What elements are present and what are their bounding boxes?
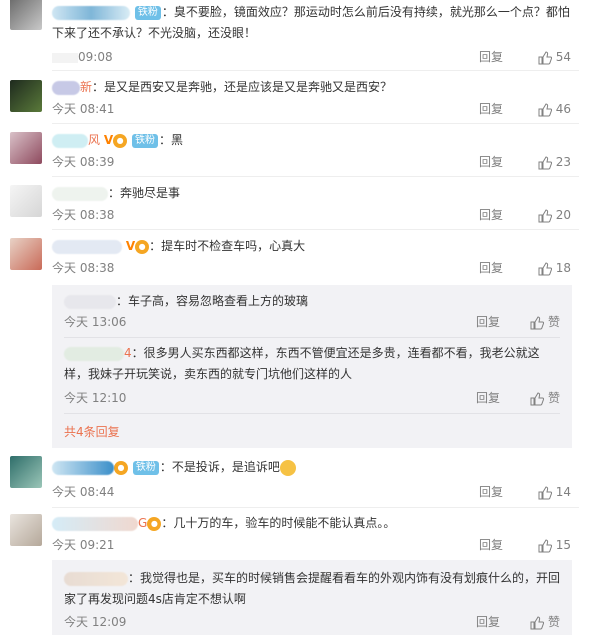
username[interactable] [64, 294, 116, 309]
sub-reply-text: ：很多男人买东西都这样，东西不管便宜还是多贵，连看都不看，我老公就这样，我妹子开… [64, 346, 540, 381]
avatar[interactable] [10, 0, 42, 30]
like-button[interactable]: 46 [538, 100, 571, 118]
thumb-up-icon [538, 102, 552, 116]
divider [52, 507, 579, 508]
timestamp: 今天 13:06 [64, 315, 127, 329]
like-button[interactable]: 18 [538, 259, 571, 277]
like-button[interactable]: 15 [538, 536, 571, 554]
sub-reply-meta: 今天 13:06 回复 赞 [64, 313, 560, 331]
comment-text: ：黑 [158, 133, 183, 147]
reply-button[interactable]: 回复 [479, 100, 503, 118]
reply-button[interactable]: 回复 [479, 536, 503, 554]
like-button[interactable]: 赞 [530, 389, 560, 407]
timestamp: 今天 12:10 [64, 391, 127, 405]
sub-reply: 4：很多男人买东西都这样，东西不管便宜还是多贵，连看都不看，我老公就这样，我妹子… [64, 346, 540, 381]
comment-text: ：是又是西安又是奔驰，还是应该是又是奔驰又是西安？ [92, 80, 393, 94]
medal-icon: ● [113, 133, 128, 148]
comment-text: ：不是投诉，是追诉吧 [159, 460, 280, 474]
like-button[interactable]: 23 [538, 153, 571, 171]
reply-button[interactable]: 回复 [479, 48, 503, 66]
divider [64, 337, 560, 338]
username[interactable] [52, 460, 114, 475]
divider [52, 229, 579, 230]
timestamp: 09:08 [52, 48, 113, 66]
timestamp: 今天 09:21 [52, 538, 115, 552]
sub-reply-box: ：车子高，容易忽略查看上方的玻璃 今天 13:06 回复 赞 4：很多男人买东西… [52, 285, 572, 448]
reply-button[interactable]: 回复 [479, 206, 503, 224]
avatar[interactable] [10, 185, 42, 217]
reply-button[interactable]: 回复 [476, 313, 500, 331]
username[interactable] [64, 571, 128, 586]
avatar[interactable] [10, 80, 42, 112]
username[interactable] [52, 239, 122, 254]
sub-reply-box: ：我觉得也是，买车的时候销售会提醒看看车的外观内饰有没有划痕什么的，开回家了再发… [52, 560, 572, 635]
username[interactable] [52, 80, 80, 95]
timestamp: 今天 08:44 [52, 485, 115, 499]
like-button[interactable]: 赞 [530, 613, 560, 631]
avatar[interactable] [10, 514, 42, 546]
username[interactable] [64, 346, 124, 361]
reply-button[interactable]: 回复 [476, 389, 500, 407]
like-button[interactable]: 赞 [530, 313, 560, 331]
reply-button[interactable]: 回复 [479, 153, 503, 171]
divider [52, 70, 579, 71]
username[interactable] [52, 133, 88, 148]
thumb-up-icon [530, 391, 544, 405]
thumb-up-icon [538, 485, 552, 499]
sub-reply-text: ：我觉得也是，买车的时候销售会提醒看看车的外观内饰有没有划痕什么的，开回家了再发… [64, 571, 561, 606]
emoji-icon [279, 459, 296, 476]
verified-icon: V [125, 239, 136, 253]
more-replies-link[interactable]: 共4条回复 [64, 423, 120, 440]
sub-reply: ：我觉得也是，买车的时候销售会提醒看看车的外观内饰有没有划痕什么的，开回家了再发… [64, 568, 560, 610]
thumb-up-icon [538, 538, 552, 552]
divider [52, 176, 579, 177]
medal-icon: ● [135, 239, 150, 254]
sub-reply-meta: 今天 12:10 回复 赞 [64, 389, 560, 407]
comment-text: ：提车时不检查车吗，心真大 [149, 239, 306, 253]
comment-meta: 今天 09:21 回复 15 [52, 536, 571, 554]
comment-meta: 今天 08:44 回复 14 [52, 483, 571, 501]
thumb-up-icon [538, 50, 552, 64]
like-button[interactable]: 14 [538, 483, 571, 501]
sub-reply: ：车子高，容易忽略查看上方的玻璃 [64, 291, 560, 312]
timestamp: 今天 12:09 [64, 615, 127, 629]
username[interactable] [52, 516, 138, 531]
comment-meta: 今天 08:38 回复 20 [52, 206, 571, 224]
avatar[interactable] [10, 456, 42, 488]
thumb-up-icon [530, 615, 544, 629]
avatar[interactable] [10, 238, 42, 270]
like-button[interactable]: 20 [538, 206, 571, 224]
timestamp: 今天 08:38 [52, 208, 115, 222]
sub-reply-meta: 今天 12:09 回复 赞 [64, 613, 560, 631]
thumb-up-icon [530, 315, 544, 329]
medal-icon: ● [147, 516, 162, 531]
like-button[interactable]: 54 [538, 48, 571, 66]
divider [52, 123, 579, 124]
comment-meta: 今天 08:39 回复 23 [52, 153, 571, 171]
username[interactable] [52, 186, 108, 201]
thumb-up-icon [538, 208, 552, 222]
timestamp: 今天 08:41 [52, 102, 115, 116]
verified-icon: V [103, 133, 114, 147]
fan-badge: 铁粉 [134, 5, 161, 20]
fan-badge: 铁粉 [132, 460, 159, 475]
reply-button[interactable]: 回复 [479, 483, 503, 501]
divider [64, 413, 560, 414]
fan-badge: 铁粉 [131, 133, 158, 148]
sub-reply-text: ：车子高，容易忽略查看上方的玻璃 [116, 294, 309, 308]
timestamp: 今天 08:39 [52, 155, 115, 169]
comment-meta: 09:08 回复 54 [52, 48, 571, 66]
comment-meta: 今天 08:38 回复 18 [52, 259, 571, 277]
comment-meta: 今天 08:41 回复 46 [52, 100, 571, 118]
avatar[interactable] [10, 132, 42, 164]
thumb-up-icon [538, 155, 552, 169]
comment-text: ：奔驰尽是事 [108, 186, 181, 200]
reply-button[interactable]: 回复 [476, 613, 500, 631]
reply-button[interactable]: 回复 [479, 259, 503, 277]
medal-icon: ● [114, 460, 128, 475]
timestamp: 今天 08:38 [52, 261, 115, 275]
comment-text: ：几十万的车，验车的时候能不能认真点。。 [161, 516, 396, 530]
thumb-up-icon [538, 261, 552, 275]
username[interactable] [52, 5, 130, 20]
